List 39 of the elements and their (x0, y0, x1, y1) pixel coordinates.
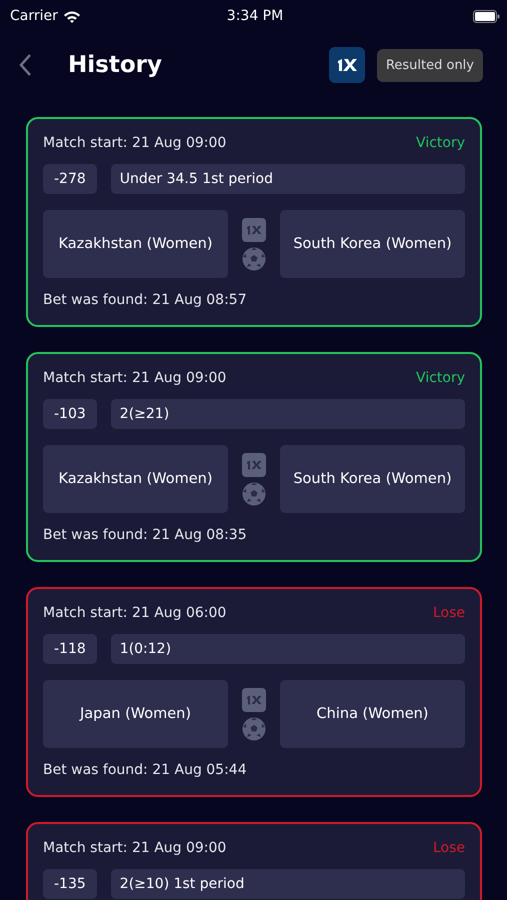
team-name: China (Women) (280, 680, 465, 748)
market-label: 2(≥21) (110, 399, 465, 429)
soccer-ball-icon (242, 482, 266, 506)
odds-chip: -118 (43, 634, 97, 664)
match-start: Match start: 21 Aug 09:00 (43, 370, 226, 386)
wifi-icon (62, 10, 81, 22)
battery-icon (472, 10, 500, 22)
back-button[interactable] (18, 53, 32, 77)
team-name: Kazakhstan (Women) (43, 445, 228, 513)
team-name: South Korea (Women) (280, 210, 465, 278)
result-label: Lose (432, 605, 465, 621)
result-label: Lose (432, 840, 465, 856)
soccer-ball-icon (242, 716, 266, 740)
carrier-name: Carrier (10, 8, 58, 24)
logo-icon (242, 218, 266, 242)
match-start: Match start: 21 Aug 06:00 (43, 605, 226, 621)
bet-found-time: Bet was found: 21 Aug 08:35 (43, 527, 248, 543)
market-label: 1(0:12) (110, 634, 465, 664)
market-label: 2(≥10) 1st period (110, 869, 465, 899)
logo-icon[interactable] (328, 47, 365, 83)
bet-found-time: Bet was found: 21 Aug 08:57 (43, 292, 248, 308)
result-label: Victory (416, 135, 465, 151)
market-label: Under 34.5 1st period (110, 164, 465, 194)
match-start: Match start: 21 Aug 09:00 (43, 840, 226, 856)
team-name: Japan (Women) (43, 680, 228, 748)
status-time: 3:34 PM (226, 8, 284, 24)
odds-chip: -135 (43, 869, 97, 899)
filter-button[interactable]: Resulted only (376, 48, 483, 82)
result-label: Victory (416, 370, 465, 386)
match-start: Match start: 21 Aug 09:00 (43, 135, 226, 151)
bet-found-time: Bet was found: 21 Aug 05:44 (43, 762, 248, 778)
odds-chip: -278 (43, 164, 97, 194)
soccer-ball-icon (242, 246, 266, 270)
page-title: History (68, 52, 162, 78)
odds-chip: -103 (43, 399, 97, 429)
team-name: South Korea (Women) (280, 445, 465, 513)
logo-icon (242, 688, 266, 712)
logo-icon (242, 452, 266, 476)
team-name: Kazakhstan (Women) (43, 210, 228, 278)
